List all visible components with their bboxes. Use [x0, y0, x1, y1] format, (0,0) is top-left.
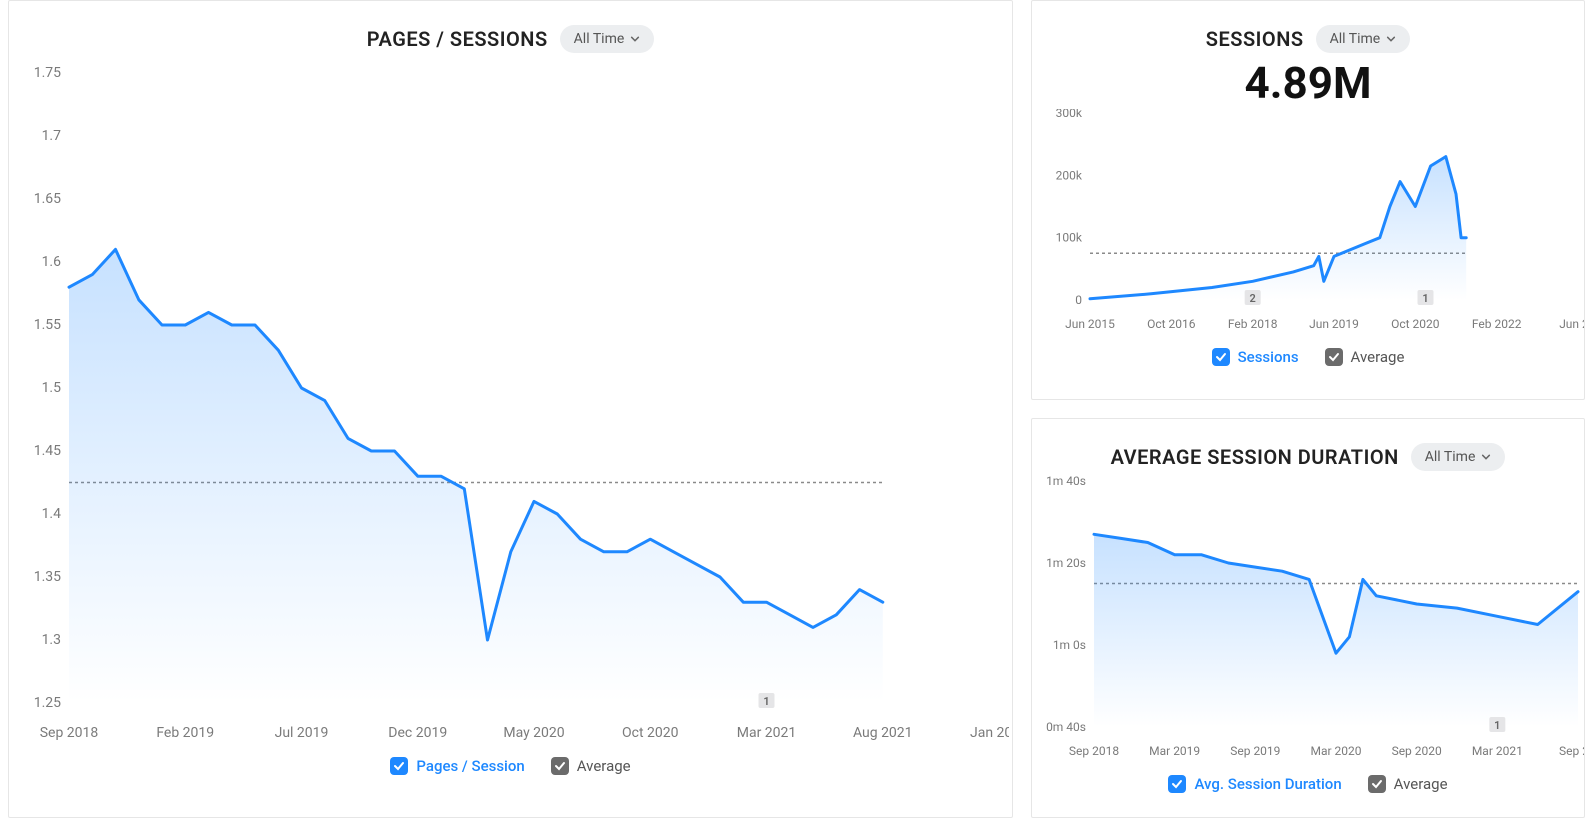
avg-duration-range-dropdown[interactable]: All Time — [1411, 443, 1506, 471]
chevron-down-icon — [1386, 34, 1396, 44]
svg-text:1.5: 1.5 — [42, 380, 62, 396]
svg-text:100k: 100k — [1056, 231, 1083, 245]
svg-text:1: 1 — [1422, 292, 1428, 305]
svg-text:Feb 2022: Feb 2022 — [1472, 317, 1522, 331]
sessions-title: SESSIONS — [1206, 27, 1304, 51]
svg-text:Feb 2018: Feb 2018 — [1228, 317, 1278, 331]
svg-text:Aug 2021: Aug 2021 — [853, 725, 913, 741]
card-sessions: SESSIONS All Time 4.89M 0 100k 200k 300k Jun… — [1031, 0, 1585, 400]
svg-text:Sep 2019: Sep 2019 — [1230, 744, 1280, 758]
svg-text:1m 0s: 1m 0s — [1053, 638, 1086, 652]
svg-text:Sep 2018: Sep 2018 — [40, 725, 99, 741]
pages-sessions-chart: 1.25 1.3 1.35 1.4 1.45 1.5 1.55 1.6 1.65 1.7 1.75 S… — [9, 53, 1009, 743]
svg-text:1.35: 1.35 — [34, 569, 61, 585]
svg-text:1.25: 1.25 — [34, 695, 61, 711]
legend-toggle-series[interactable]: Avg. Session Duration — [1168, 775, 1341, 793]
svg-text:1.3: 1.3 — [42, 632, 61, 648]
checkbox-checked-icon — [1368, 775, 1386, 793]
chevron-down-icon — [1481, 452, 1491, 462]
svg-text:Mar 2019: Mar 2019 — [1149, 744, 1200, 758]
chevron-down-icon — [630, 34, 640, 44]
legend-toggle-series[interactable]: Pages / Session — [390, 757, 524, 775]
svg-text:Feb 2019: Feb 2019 — [156, 725, 214, 741]
svg-text:Oct 2020: Oct 2020 — [622, 725, 679, 741]
svg-text:Dec 2019: Dec 2019 — [388, 725, 447, 741]
avg-duration-chart: 0m 40s 1m 0s 1m 20s 1m 40s Sep 2018 Mar 2019 S… — [1032, 471, 1584, 761]
svg-text:1.45: 1.45 — [34, 443, 61, 459]
svg-text:1.65: 1.65 — [34, 191, 61, 207]
checkbox-checked-icon — [1212, 348, 1230, 366]
card-avg-duration: AVERAGE SESSION DURATION All Time 0m 40s… — [1031, 418, 1585, 818]
svg-text:Jul 2019: Jul 2019 — [275, 725, 329, 741]
legend-series-label: Sessions — [1238, 348, 1299, 366]
legend-toggle-average[interactable]: Average — [1325, 348, 1405, 366]
sessions-range-dropdown[interactable]: All Time — [1316, 25, 1411, 53]
checkbox-checked-icon — [1168, 775, 1186, 793]
svg-text:Sep 2018: Sep 2018 — [1069, 744, 1119, 758]
svg-text:Mar 2021: Mar 2021 — [1472, 744, 1523, 758]
pages-sessions-title: PAGES / SESSIONS — [367, 27, 548, 51]
svg-text:Jan 2022: Jan 2022 — [970, 725, 1009, 741]
svg-text:Mar 2020: Mar 2020 — [1310, 744, 1361, 758]
svg-text:1: 1 — [763, 695, 769, 708]
legend-average-label: Average — [1394, 775, 1448, 793]
svg-text:Jun 2…: Jun 2… — [1559, 317, 1584, 331]
avg-duration-title: AVERAGE SESSION DURATION — [1111, 445, 1399, 469]
svg-text:Sep 2…: Sep 2… — [1559, 744, 1584, 758]
svg-text:1: 1 — [1494, 719, 1500, 732]
legend-toggle-average[interactable]: Average — [551, 757, 631, 775]
svg-text:Sep 2020: Sep 2020 — [1392, 744, 1442, 758]
svg-text:0: 0 — [1075, 293, 1082, 307]
legend-average-label: Average — [1351, 348, 1405, 366]
avg-duration-legend: Avg. Session Duration Average — [1032, 761, 1584, 801]
svg-text:200k: 200k — [1056, 168, 1083, 182]
svg-text:1.7: 1.7 — [42, 128, 62, 144]
svg-text:2: 2 — [1250, 292, 1256, 305]
legend-toggle-series[interactable]: Sessions — [1212, 348, 1299, 366]
svg-text:Mar 2021: Mar 2021 — [737, 725, 797, 741]
sessions-chart: 0 100k 200k 300k Jun 2015 Oct 2016 Feb 2018 Jun… — [1032, 109, 1584, 334]
svg-text:300k: 300k — [1056, 109, 1083, 120]
svg-text:Oct 2020: Oct 2020 — [1391, 317, 1440, 331]
svg-text:Jun 2015: Jun 2015 — [1065, 317, 1115, 331]
range-label: All Time — [1330, 31, 1381, 47]
svg-text:1.6: 1.6 — [42, 254, 62, 270]
pages-sessions-legend: Pages / Session Average — [9, 743, 1012, 783]
svg-text:1m 40s: 1m 40s — [1046, 474, 1086, 488]
svg-text:1.75: 1.75 — [34, 65, 61, 81]
legend-series-label: Pages / Session — [416, 757, 524, 775]
svg-text:1.55: 1.55 — [34, 317, 61, 333]
svg-text:Oct 2016: Oct 2016 — [1147, 317, 1196, 331]
svg-text:Jun 2019: Jun 2019 — [1309, 317, 1359, 331]
svg-text:1m 20s: 1m 20s — [1046, 556, 1086, 570]
card-pages-sessions: PAGES / SESSIONS All Time 1.25 1.3 1.35 1.4… — [8, 0, 1013, 818]
checkbox-checked-icon — [390, 757, 408, 775]
range-label: All Time — [574, 31, 625, 47]
sessions-big-number: 4.89M — [1032, 57, 1584, 109]
legend-average-label: Average — [577, 757, 631, 775]
svg-text:May 2020: May 2020 — [503, 725, 564, 741]
checkbox-checked-icon — [551, 757, 569, 775]
svg-text:1.4: 1.4 — [42, 506, 62, 522]
range-label: All Time — [1425, 449, 1476, 465]
checkbox-checked-icon — [1325, 348, 1343, 366]
svg-text:0m 40s: 0m 40s — [1046, 720, 1086, 734]
legend-toggle-average[interactable]: Average — [1368, 775, 1448, 793]
legend-series-label: Avg. Session Duration — [1194, 775, 1341, 793]
pages-sessions-range-dropdown[interactable]: All Time — [560, 25, 655, 53]
sessions-legend: Sessions Average — [1032, 334, 1584, 374]
